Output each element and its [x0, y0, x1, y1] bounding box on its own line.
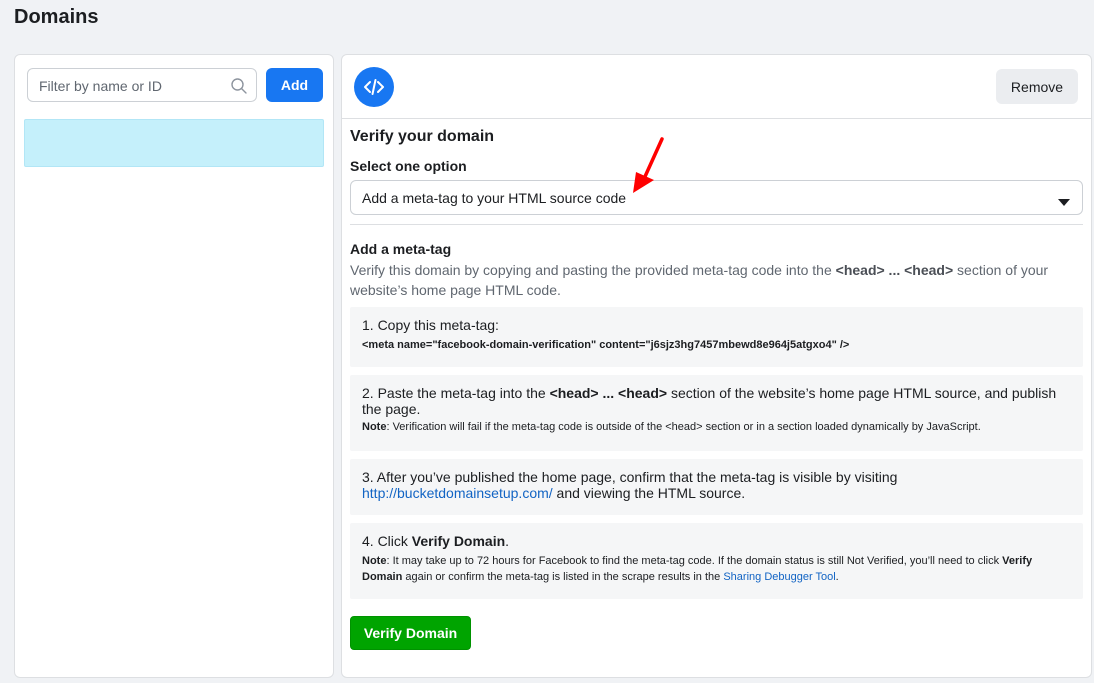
select-option-label: Select one option: [350, 158, 467, 174]
step-2-note-text: : Verification will fail if the meta-tag…: [386, 421, 981, 433]
step-3-card: 3. After you’ve published the home page,…: [350, 459, 1083, 515]
domain-list-item-selected[interactable]: [24, 119, 324, 167]
page-title: Domains: [14, 6, 99, 28]
step-4-post: .: [505, 533, 510, 549]
step-4-note-text-1: : It may take up to 72 hours for Faceboo…: [386, 555, 1003, 567]
step-1-text: 1. Copy this meta-tag:: [362, 317, 499, 333]
verification-method-select[interactable]: Add a meta-tag to your HTML source code: [350, 180, 1083, 215]
section-divider: [350, 224, 1083, 225]
step-2-note-label: Note: [362, 421, 387, 433]
step-4-note-text-2: again or confirm the meta-tag is listed …: [402, 571, 724, 583]
red-arrow-icon: [633, 137, 664, 193]
step-4-note-label: Note: [362, 555, 387, 567]
step-4-card: 4. Click Verify Domain. Note: It may tak…: [350, 523, 1083, 599]
caret-down-icon[interactable]: [1058, 194, 1070, 212]
step-4-note: Note: It may take up to 72 hours for Fac…: [362, 553, 1071, 585]
step-4-bold: Verify Domain: [411, 533, 506, 549]
add-domain-button[interactable]: Add: [266, 68, 323, 102]
verify-domain-button[interactable]: Verify Domain: [350, 616, 471, 650]
step-2-card: 2. Paste the meta-tag into the <head> ..…: [350, 375, 1083, 451]
verify-domain-title: Verify your domain: [350, 128, 495, 145]
code-icon: [354, 67, 394, 107]
step-4-note-text-3: .: [835, 571, 839, 583]
step-3-text: 3. After you’ve published the home page,…: [362, 469, 898, 485]
remove-button[interactable]: Remove: [996, 69, 1078, 104]
meta-desc-text: Verify this domain by copying and pastin…: [350, 262, 836, 278]
meta-desc-head: <head> ... <head>: [835, 262, 954, 278]
step-3-post: and viewing the HTML source.: [552, 485, 746, 501]
step-4-text: 4. Click Verify Domain.: [362, 533, 1071, 549]
search-icon[interactable]: [230, 77, 248, 95]
domain-detail-panel: Remove Verify your domain Select one opt…: [341, 54, 1092, 678]
selected-option: Add a meta-tag to your HTML source code: [362, 190, 627, 206]
meta-tag-code[interactable]: <meta name="facebook-domain-verification…: [362, 337, 1071, 353]
meta-tag-description: Verify this domain by copying and pastin…: [350, 260, 1070, 300]
site-link[interactable]: http://bucketdomainsetup.com/: [362, 485, 553, 501]
header-divider: [342, 118, 1091, 119]
domain-list-panel: Add: [14, 54, 334, 678]
search-input[interactable]: [37, 77, 231, 95]
step-2-pre: 2. Paste the meta-tag into the: [362, 385, 550, 401]
step-3-link-line: http://bucketdomainsetup.com/ and viewin…: [362, 485, 1071, 501]
step-4-pre: 4. Click: [362, 533, 412, 549]
step-2-head: <head> ... <head>: [549, 385, 668, 401]
meta-tag-title: Add a meta-tag: [350, 241, 452, 257]
search-field[interactable]: [27, 68, 257, 102]
step-2-text: 2. Paste the meta-tag into the <head> ..…: [362, 385, 1071, 417]
step-2-note: Note: Verification will fail if the meta…: [362, 419, 1071, 435]
sharing-debugger-link[interactable]: Sharing Debugger Tool: [723, 571, 835, 583]
step-1-card: 1. Copy this meta-tag: <meta name="faceb…: [350, 307, 1083, 367]
